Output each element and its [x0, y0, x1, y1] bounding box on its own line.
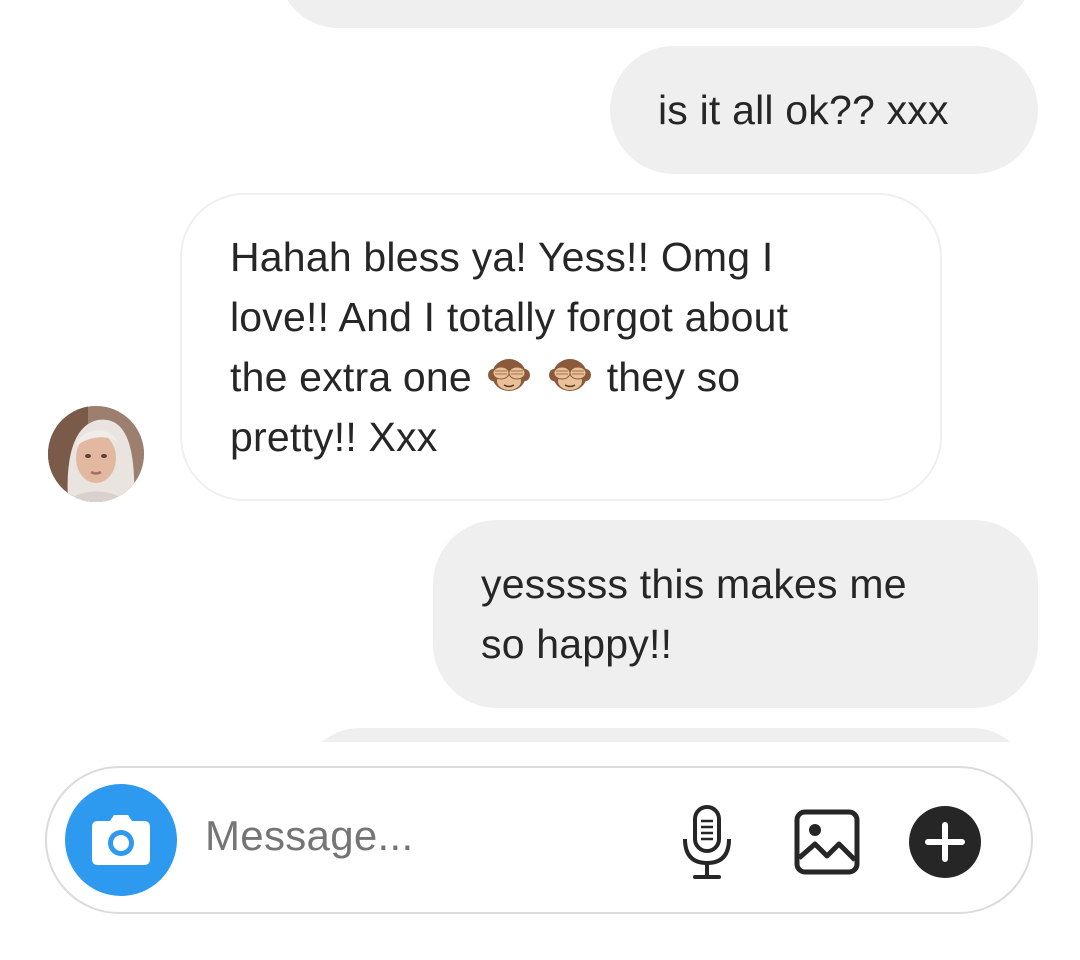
see-no-evil-monkey-icon: [549, 359, 592, 391]
message-input[interactable]: [205, 812, 625, 860]
sent-message-bubble[interactable]: is it all ok?? xxx: [610, 46, 1038, 174]
message-composer[interactable]: [45, 766, 1033, 914]
avatar[interactable]: [48, 406, 144, 502]
next-message-bubble[interactable]: [300, 728, 1032, 742]
message-thread[interactable]: is it all ok?? xxx Hahah bless ya! Yess!…: [0, 0, 1080, 742]
message-text: is it all ok?? xxx: [658, 87, 949, 133]
message-text: they so: [606, 354, 741, 400]
microphone-icon: [683, 805, 731, 879]
see-no-evil-monkey-icon: [487, 359, 530, 391]
previous-message-bubble[interactable]: [278, 0, 1034, 28]
message-line: so happy!!: [481, 621, 673, 667]
gallery-icon: [794, 809, 860, 875]
received-message-bubble[interactable]: Hahah bless ya! Yess!! Omg I love!! And …: [180, 193, 942, 501]
message-line: pretty!! Xxx: [230, 414, 438, 460]
message-line: yesssss this makes me: [481, 561, 907, 607]
message-line: Hahah bless ya! Yess!! Omg I: [230, 234, 774, 280]
camera-button[interactable]: [65, 784, 177, 896]
message-line: the extra one they so: [230, 347, 900, 407]
profile-photo: [48, 406, 144, 502]
sent-message-bubble[interactable]: yesssss this makes me so happy!!: [433, 520, 1038, 708]
voice-message-button[interactable]: [667, 802, 747, 882]
plus-icon: [909, 806, 981, 878]
more-options-button[interactable]: [905, 802, 985, 882]
message-line: love!! And I totally forgot about: [230, 294, 789, 340]
gallery-button[interactable]: [787, 802, 867, 882]
message-text: the extra one: [230, 354, 472, 400]
camera-icon: [92, 815, 150, 865]
